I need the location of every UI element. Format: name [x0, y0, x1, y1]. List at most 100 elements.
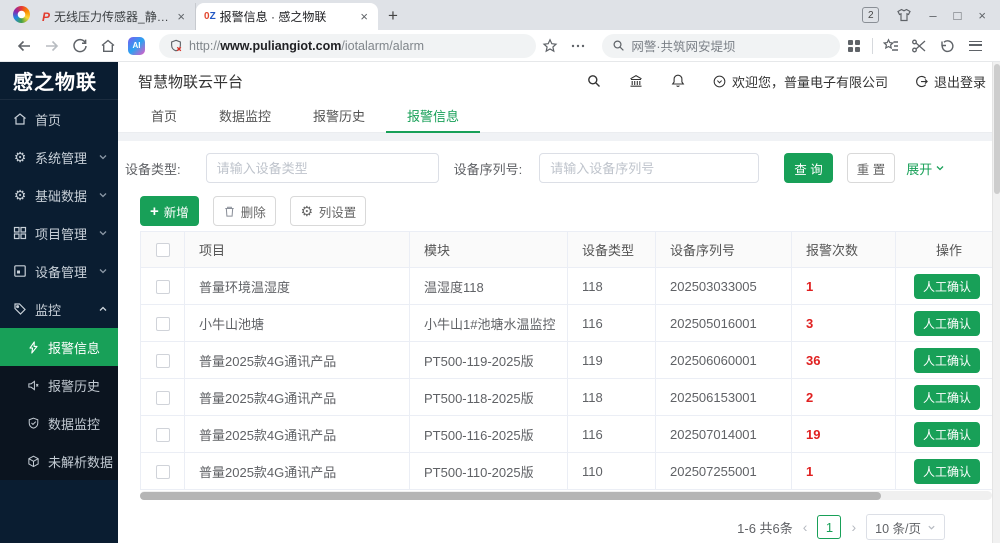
web-page: 感之物联 首页 ⚙ 系统管理 ⚙ 基础数据 项目管理 设备管理 监控: [0, 62, 1000, 543]
logout-button[interactable]: 退出登录: [914, 72, 986, 91]
gear-icon: ⚙: [300, 204, 314, 218]
pagination: 1-6 共6条 ‹ 1 › 10 条/页: [118, 514, 945, 540]
tab1-close-icon[interactable]: ×: [175, 9, 187, 24]
browser-search-box[interactable]: 网警·共筑网安堤坝: [602, 34, 839, 58]
forward-icon[interactable]: [44, 38, 60, 54]
query-button[interactable]: 查 询: [784, 153, 832, 183]
submenu-item-data-monitoring[interactable]: 数据监控: [0, 404, 118, 442]
manual-confirm-button[interactable]: 人工确认: [914, 348, 980, 373]
reload-icon[interactable]: [72, 38, 88, 54]
submenu-item-label: 数据监控: [48, 414, 100, 433]
reset-button[interactable]: 重 置: [847, 153, 895, 183]
lightning-icon: [27, 341, 40, 354]
address-bar[interactable]: http://www.puliangiot.com/iotalarm/alarm: [159, 34, 536, 58]
device-type-label: 设备类型:: [125, 159, 181, 178]
delete-button[interactable]: 删除: [213, 196, 276, 226]
favorites-list-icon[interactable]: [883, 38, 899, 54]
chevron-down-icon: [98, 228, 108, 238]
new-tab-button[interactable]: +: [388, 6, 398, 26]
row-checkbox[interactable]: [156, 391, 170, 405]
search-box-text: 网警·共筑网安堤坝: [631, 36, 735, 55]
col-device-type: 设备类型: [568, 232, 656, 268]
sidebar-item-system-mgmt[interactable]: ⚙ 系统管理: [0, 138, 118, 176]
url-path: /iotalarm/alarm: [341, 39, 424, 53]
apps-grid-icon[interactable]: [846, 38, 862, 54]
tab2-close-icon[interactable]: ×: [358, 9, 370, 24]
manual-confirm-button[interactable]: 人工确认: [914, 422, 980, 447]
browser-vertical-scrollbar[interactable]: [992, 62, 1000, 543]
chevron-up-icon: [98, 304, 108, 314]
page-size-select[interactable]: 10 条/页: [866, 514, 945, 540]
more-options-icon[interactable]: [570, 38, 586, 54]
tab-home[interactable]: 首页: [130, 100, 198, 133]
next-page-button[interactable]: ›: [851, 519, 856, 535]
row-checkbox[interactable]: [156, 354, 170, 368]
tab-data-monitoring[interactable]: 数据监控: [198, 100, 292, 133]
header-search-icon[interactable]: [586, 73, 602, 89]
serial-input[interactable]: [539, 153, 759, 183]
undo-icon[interactable]: [939, 38, 955, 54]
notification-bell-icon[interactable]: [670, 73, 686, 89]
device-type-input[interactable]: [206, 153, 439, 183]
menu-icon[interactable]: [969, 41, 982, 51]
page-number-button[interactable]: 1: [817, 515, 841, 539]
manual-confirm-button[interactable]: 人工确认: [914, 274, 980, 299]
back-icon[interactable]: [16, 38, 32, 54]
theme-shirt-icon[interactable]: [896, 7, 912, 23]
sidebar-item-monitoring[interactable]: 监控: [0, 290, 118, 328]
cell-serial: 202503033005: [656, 268, 792, 305]
screenshot-scissors-icon[interactable]: [911, 38, 927, 54]
cube-icon: [27, 455, 40, 468]
cell-device-type: 119: [568, 342, 656, 379]
site-security-shield-icon[interactable]: [169, 39, 183, 53]
table-horizontal-scrollbar[interactable]: [140, 491, 992, 500]
sidebar-item-base-data[interactable]: ⚙ 基础数据: [0, 176, 118, 214]
url-scheme: http://: [189, 39, 220, 53]
column-settings-button[interactable]: ⚙ 列设置: [290, 196, 367, 226]
submenu-item-alarm-info[interactable]: 报警信息: [0, 328, 118, 366]
submenu-item-alarm-history[interactable]: 报警历史: [0, 366, 118, 404]
browser-tab-2[interactable]: 0Z 报警信息 · 感之物联 ×: [196, 3, 378, 30]
manual-confirm-button[interactable]: 人工确认: [914, 385, 980, 410]
cell-alarm-count: 1: [792, 268, 896, 305]
chevron-down-icon: [935, 163, 945, 173]
scrollbar-thumb[interactable]: [140, 492, 881, 500]
cell-project: 小牛山池塘: [185, 305, 410, 342]
organization-icon[interactable]: [628, 73, 644, 89]
filter-bar: 设备类型: 设备序列号: 查 询 重 置 展开: [118, 153, 1000, 183]
ai-assistant-icon[interactable]: AI: [128, 37, 145, 55]
vscrollbar-thumb[interactable]: [994, 64, 1000, 194]
alarm-table: 项目 模块 设备类型 设备序列号 报警次数 操作 普量环境温湿度 温湿度118 …: [140, 231, 992, 490]
minimize-button[interactable]: –: [929, 8, 936, 23]
plus-icon: +: [150, 204, 159, 219]
home-icon[interactable]: [100, 38, 116, 54]
browser-logo-icon[interactable]: [13, 6, 30, 23]
row-checkbox[interactable]: [156, 428, 170, 442]
tab-count-badge[interactable]: 2: [862, 7, 879, 23]
row-checkbox[interactable]: [156, 317, 170, 331]
maximize-button[interactable]: □: [954, 8, 962, 23]
add-button[interactable]: + 新增: [140, 196, 199, 226]
sidebar-item-home[interactable]: 首页: [0, 100, 118, 138]
user-menu[interactable]: 欢迎您，普量电子有限公司: [712, 72, 888, 91]
manual-confirm-button[interactable]: 人工确认: [914, 311, 980, 336]
select-all-checkbox[interactable]: [156, 243, 170, 257]
tab-alarm-info[interactable]: 报警信息: [386, 100, 480, 133]
tab-alarm-history[interactable]: 报警历史: [292, 100, 386, 133]
url-text: http://www.puliangiot.com/iotalarm/alarm: [189, 39, 424, 53]
row-checkbox[interactable]: [156, 465, 170, 479]
table-row: 小牛山池塘 小牛山1#池塘水温监控 116 202505016001 3 人工确…: [141, 305, 993, 342]
app-logo[interactable]: 感之物联: [0, 62, 118, 100]
expand-toggle[interactable]: 展开: [906, 159, 945, 178]
manual-confirm-button[interactable]: 人工确认: [914, 459, 980, 484]
sidebar-item-project-mgmt[interactable]: 项目管理: [0, 214, 118, 252]
row-checkbox[interactable]: [156, 280, 170, 294]
cell-project: 普量环境温湿度: [185, 268, 410, 305]
sidebar-item-device-mgmt[interactable]: 设备管理: [0, 252, 118, 290]
page-size-value: 10 条/页: [875, 518, 921, 537]
window-close-button[interactable]: ×: [978, 8, 986, 23]
submenu-item-unparsed-data[interactable]: 未解析数据: [0, 442, 118, 480]
bookmark-star-icon[interactable]: [542, 38, 558, 54]
browser-tab-1[interactable]: P 无线压力传感器_静力水准仪_ ×: [34, 3, 196, 30]
prev-page-button[interactable]: ‹: [803, 519, 808, 535]
